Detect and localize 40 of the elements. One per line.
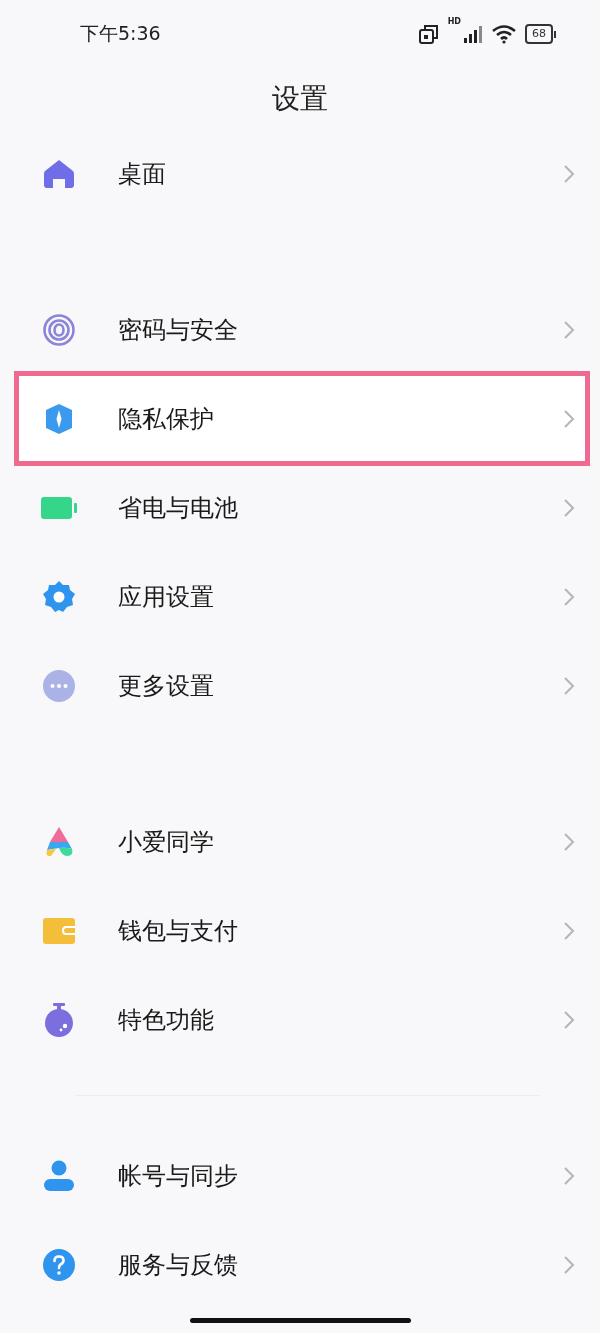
- settings-row[interactable]: 小爱同学: [0, 797, 600, 886]
- chevron-right-icon: [562, 830, 576, 853]
- settings-row[interactable]: 钱包与支付: [0, 886, 600, 975]
- status-time: 下午5:36: [80, 21, 162, 46]
- row-label: 隐私保护: [118, 403, 215, 435]
- settings-row[interactable]: 隐私保护: [0, 374, 600, 463]
- chevron-right-icon: [562, 496, 576, 519]
- chevron-right-icon: [562, 585, 576, 608]
- row-label: 桌面: [118, 158, 167, 190]
- chevron-right-icon: [562, 162, 576, 185]
- row-label: 应用设置: [118, 581, 215, 613]
- row-label: 钱包与支付: [118, 915, 239, 947]
- chevron-right-icon: [562, 1253, 576, 1276]
- battery-indicator: 68: [525, 24, 556, 44]
- row-label: 更多设置: [118, 670, 215, 702]
- row-label: 省电与电池: [118, 492, 239, 524]
- row-label: 特色功能: [118, 1004, 215, 1036]
- settings-row[interactable]: 服务与反馈: [0, 1220, 600, 1309]
- settings-row[interactable]: 更多设置: [0, 641, 600, 730]
- row-label: 密码与安全: [118, 314, 239, 346]
- chevron-right-icon: [562, 318, 576, 341]
- settings-row[interactable]: 省电与电池: [0, 463, 600, 552]
- page-title: 设置: [272, 80, 328, 117]
- chevron-right-icon: [562, 1008, 576, 1031]
- dual-sim-icon: [417, 23, 440, 45]
- chevron-right-icon: [562, 919, 576, 942]
- wifi-icon: [491, 24, 517, 44]
- row-label: 服务与反馈: [118, 1249, 239, 1281]
- row-label: 小爱同学: [118, 826, 215, 858]
- row-label: 帐号与同步: [118, 1160, 239, 1192]
- settings-row[interactable]: 应用设置: [0, 552, 600, 641]
- settings-row[interactable]: 桌面: [0, 129, 600, 218]
- chevron-right-icon: [562, 1164, 576, 1187]
- settings-row[interactable]: 帐号与同步: [0, 1131, 600, 1220]
- chevron-right-icon: [562, 674, 576, 697]
- network-label: HD: [447, 17, 461, 26]
- settings-row[interactable]: 密码与安全: [0, 285, 600, 374]
- signal-icon: [463, 24, 483, 44]
- settings-row[interactable]: 特色功能: [0, 975, 600, 1064]
- chevron-right-icon: [562, 407, 576, 430]
